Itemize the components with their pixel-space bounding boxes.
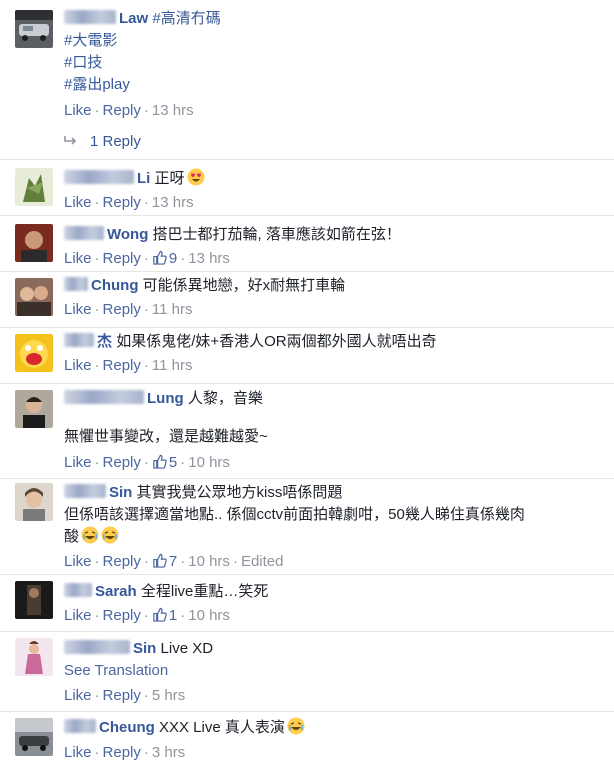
laughing-emoji-icon bbox=[101, 526, 119, 544]
reply-link[interactable]: Reply bbox=[103, 301, 141, 318]
hashtag[interactable]: #大電影 bbox=[64, 30, 608, 52]
see-translation-link[interactable]: See Translation bbox=[64, 660, 608, 682]
comment: Lung 人黎，音樂 無懼世事變改，還是越難越愛~ Like · Reply · 5 · 1… bbox=[0, 384, 614, 479]
avatar[interactable] bbox=[15, 10, 53, 48]
reply-arrow-icon bbox=[64, 136, 77, 145]
view-replies-link[interactable]: 1 Reply bbox=[90, 133, 141, 150]
reply-link[interactable]: Reply bbox=[103, 250, 141, 267]
reply-link[interactable]: Reply bbox=[103, 687, 141, 704]
avatar[interactable] bbox=[15, 168, 53, 206]
timestamp[interactable]: 3 hrs bbox=[152, 744, 185, 761]
like-count[interactable]: 5 bbox=[169, 454, 177, 471]
reply-link[interactable]: Reply bbox=[103, 357, 141, 374]
comment: Sarah 全程live重點…笑死 Like · Reply · 1 · 10 hrs bbox=[0, 575, 614, 632]
timestamp[interactable]: 11 hrs bbox=[152, 357, 193, 374]
comment: Wong 搭巴士都打茄輪, 落車應該如箭在弦！ Like · Reply · 9 · 13 … bbox=[0, 216, 614, 272]
comment-text: 酸 bbox=[64, 528, 80, 545]
avatar[interactable] bbox=[15, 334, 53, 372]
avatar[interactable] bbox=[15, 278, 53, 316]
laughing-emoji-icon bbox=[287, 717, 305, 735]
edited-label[interactable]: Edited bbox=[241, 553, 284, 570]
like-link[interactable]: Like bbox=[64, 454, 92, 471]
like-link[interactable]: Like bbox=[64, 301, 92, 318]
like-link[interactable]: Like bbox=[64, 357, 92, 374]
like-count[interactable]: 9 bbox=[169, 250, 177, 267]
comment-text: 正呀 bbox=[154, 170, 185, 187]
avatar[interactable] bbox=[15, 638, 53, 676]
reply-link[interactable]: Reply bbox=[103, 744, 141, 761]
like-link[interactable]: Like bbox=[64, 250, 92, 267]
hashtag[interactable]: #露出play bbox=[64, 74, 608, 96]
avatar[interactable] bbox=[15, 390, 53, 428]
commenter-name[interactable]: Wong bbox=[107, 226, 148, 243]
reply-link[interactable]: Reply bbox=[103, 553, 141, 570]
thumbs-up-icon bbox=[153, 607, 167, 622]
avatar[interactable] bbox=[15, 224, 53, 262]
like-link[interactable]: Like bbox=[64, 194, 92, 211]
commenter-name[interactable]: Li bbox=[137, 170, 150, 187]
comment-text: 其實我覺公眾地方kiss唔係問題 bbox=[136, 484, 343, 501]
like-count[interactable]: 1 bbox=[169, 607, 177, 624]
timestamp[interactable]: 13 hrs bbox=[152, 102, 194, 119]
hashtag[interactable]: #口技 bbox=[64, 52, 608, 74]
comment-text: 無懼世事變改，還是越難越愛~ bbox=[64, 428, 268, 445]
timestamp[interactable]: 10 hrs bbox=[188, 553, 230, 570]
reply-link[interactable]: Reply bbox=[103, 454, 141, 471]
comment-text: 人黎，音樂 bbox=[187, 390, 263, 407]
comment-text: XXX Live 真人表演 bbox=[159, 719, 285, 736]
comment-text: Live XD bbox=[160, 640, 214, 657]
timestamp[interactable]: 13 hrs bbox=[152, 194, 194, 211]
commenter-name[interactable]: Cheung bbox=[99, 719, 155, 736]
commenter-name[interactable]: Sin bbox=[133, 640, 156, 657]
avatar[interactable] bbox=[15, 718, 53, 756]
comment: Li 正呀 Like · Reply · 13 hrs bbox=[0, 160, 614, 216]
like-link[interactable]: Like bbox=[64, 102, 92, 119]
comments-feed: Law #高清冇碼 #大電影 #口技 #露出play Like · Reply · 13… bbox=[0, 0, 614, 772]
comment-text: 搭巴士都打茄輪, 落車應該如箭在弦！ bbox=[152, 226, 401, 243]
thumbs-up-icon bbox=[153, 454, 167, 469]
commenter-name[interactable]: Sin bbox=[109, 484, 132, 501]
like-link[interactable]: Like bbox=[64, 607, 92, 624]
thumbs-up-icon bbox=[153, 553, 167, 568]
heart-eyes-emoji-icon bbox=[187, 168, 205, 186]
avatar[interactable] bbox=[15, 483, 53, 521]
thumbs-up-icon bbox=[153, 250, 167, 265]
comment-text: 但係唔該選擇適當地點.. 係個cctv前面拍韓劇咁，50幾人睇住真係幾肉 bbox=[64, 506, 525, 523]
comment: Sin Live XD See Translation Like · Reply · 5… bbox=[0, 632, 614, 712]
commenter-name[interactable]: Lung bbox=[147, 390, 184, 407]
comment-text: 全程live重點…笑死 bbox=[140, 583, 269, 600]
like-link[interactable]: Like bbox=[64, 687, 92, 704]
comment: Sin 其實我覺公眾地方kiss唔係問題 但係唔該選擇適當地點.. 係個cctv… bbox=[0, 479, 614, 575]
comment: Chung 可能係異地戀，好x耐無打車輪 Like · Reply · 11 hrs bbox=[0, 272, 614, 328]
commenter-name[interactable]: Chung bbox=[91, 277, 138, 294]
hashtag[interactable]: #高清冇碼 bbox=[152, 10, 220, 27]
comment-text: 可能係異地戀，好x耐無打車輪 bbox=[142, 277, 346, 294]
timestamp[interactable]: 13 hrs bbox=[188, 250, 230, 267]
timestamp[interactable]: 11 hrs bbox=[152, 301, 193, 318]
reply-link[interactable]: Reply bbox=[103, 194, 141, 211]
like-link[interactable]: Like bbox=[64, 553, 92, 570]
reply-link[interactable]: Reply bbox=[103, 607, 141, 624]
commenter-name[interactable]: Sarah bbox=[95, 583, 137, 600]
like-link[interactable]: Like bbox=[64, 744, 92, 761]
commenter-name[interactable]: 杰 bbox=[97, 333, 112, 350]
like-count[interactable]: 7 bbox=[169, 553, 177, 570]
laughing-emoji-icon bbox=[81, 526, 99, 544]
comment: Cheung XXX Live 真人表演 Like · Reply · 3 hrs bbox=[0, 712, 614, 772]
timestamp[interactable]: 10 hrs bbox=[188, 454, 230, 471]
timestamp[interactable]: 5 hrs bbox=[152, 687, 185, 704]
commenter-name[interactable]: Law bbox=[119, 10, 148, 27]
avatar[interactable] bbox=[15, 581, 53, 619]
comment: Law #高清冇碼 #大電影 #口技 #露出play Like · Reply · 13… bbox=[0, 0, 614, 160]
comment: 杰 如果係鬼佬/妹+香港人OR兩個都外國人就唔出奇 Like · Reply · 11 … bbox=[0, 328, 614, 384]
comment-text: 如果係鬼佬/妹+香港人OR兩個都外國人就唔出奇 bbox=[116, 333, 437, 350]
timestamp[interactable]: 10 hrs bbox=[188, 607, 230, 624]
reply-link[interactable]: Reply bbox=[103, 102, 141, 119]
